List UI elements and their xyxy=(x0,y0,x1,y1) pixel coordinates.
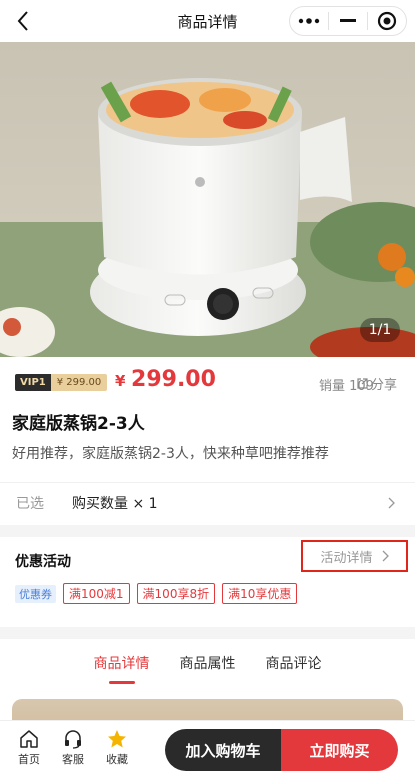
favorite-label: 收藏 xyxy=(106,753,128,766)
coupon-item[interactable]: 满100享8折 xyxy=(136,583,216,604)
mini-program-capsule xyxy=(289,6,407,36)
tab-product-reviews[interactable]: 商品评论 xyxy=(266,653,322,673)
quantity-selector-row[interactable]: 已选 购买数量 × 1 xyxy=(0,482,415,522)
vip-price-badge: VIP1 ¥ 299.00 xyxy=(15,374,108,391)
page-title: 商品详情 xyxy=(177,12,238,31)
product-photo-illustration xyxy=(0,42,415,357)
promotions-title: 优惠活动 xyxy=(15,554,71,570)
promotion-details-link[interactable]: 活动详情 xyxy=(301,540,408,572)
product-price: ¥ 299.00 xyxy=(115,367,216,392)
price-symbol: ¥ xyxy=(115,372,126,390)
share-label: 分享 xyxy=(371,378,398,393)
chevron-right-icon xyxy=(382,550,389,562)
add-to-cart-button[interactable]: 加入购物车 xyxy=(165,729,281,771)
favorite-button[interactable]: 收藏 xyxy=(99,729,135,767)
active-tab-indicator xyxy=(108,681,135,684)
selected-value: 购买数量 × 1 xyxy=(72,496,158,512)
tab-product-attributes[interactable]: 商品属性 xyxy=(180,653,236,673)
product-info-card: VIP1 ¥ 299.00 ¥ 299.00 销量 109 分享 家庭版蒸锅2-… xyxy=(0,357,415,525)
back-icon[interactable] xyxy=(12,8,36,34)
tab-label: 商品属性 xyxy=(179,656,236,672)
product-name: 家庭版蒸锅2-3人 xyxy=(12,414,145,434)
detail-tabs: 商品详情 商品属性 商品评论 xyxy=(0,653,415,684)
vip-price: ¥ 299.00 xyxy=(50,374,108,391)
coupon-list: 优惠券 满100减1 满100享8折 满10享优惠 xyxy=(15,583,298,604)
headset-icon xyxy=(65,730,81,749)
promotion-details-label: 活动详情 xyxy=(320,550,373,566)
coupon-tag: 优惠券 xyxy=(15,584,56,603)
tab-product-details[interactable]: 商品详情 xyxy=(93,653,150,684)
more-icon[interactable] xyxy=(290,7,328,35)
image-pager: 1/1 xyxy=(360,318,400,342)
nav-bar: 商品详情 xyxy=(0,0,415,42)
share-icon xyxy=(357,378,368,389)
bottom-action-bar: 首页 客服 收藏 加入购物车 立即购买 xyxy=(0,720,415,782)
home-button[interactable]: 首页 xyxy=(11,729,47,767)
coupon-item[interactable]: 满100减1 xyxy=(63,583,130,604)
buy-now-button[interactable]: 立即购买 xyxy=(281,729,398,771)
customer-service-button[interactable]: 客服 xyxy=(55,729,91,767)
home-label: 首页 xyxy=(18,753,40,766)
price-value: 299.00 xyxy=(131,367,216,392)
home-icon xyxy=(20,730,38,748)
product-description: 好用推荐，家庭版蒸锅2-3人，快来种草吧推荐推荐 xyxy=(12,446,329,462)
product-image[interactable]: 1/1 xyxy=(0,42,415,357)
tab-label: 商品评论 xyxy=(265,656,322,672)
promotions-card: 优惠活动 活动详情 优惠券 满100减1 满100享8折 满10享优惠 xyxy=(0,537,415,627)
tab-label: 商品详情 xyxy=(93,656,150,672)
share-button[interactable]: 分享 xyxy=(356,374,397,393)
chevron-right-icon xyxy=(388,497,395,509)
selected-label: 已选 xyxy=(16,496,44,512)
vip-tag: VIP1 xyxy=(15,374,51,391)
customer-service-label: 客服 xyxy=(62,753,84,766)
close-circle-icon[interactable] xyxy=(368,7,406,35)
minimize-icon[interactable] xyxy=(329,7,367,35)
star-icon xyxy=(108,730,126,748)
coupon-item[interactable]: 满10享优惠 xyxy=(222,583,298,604)
